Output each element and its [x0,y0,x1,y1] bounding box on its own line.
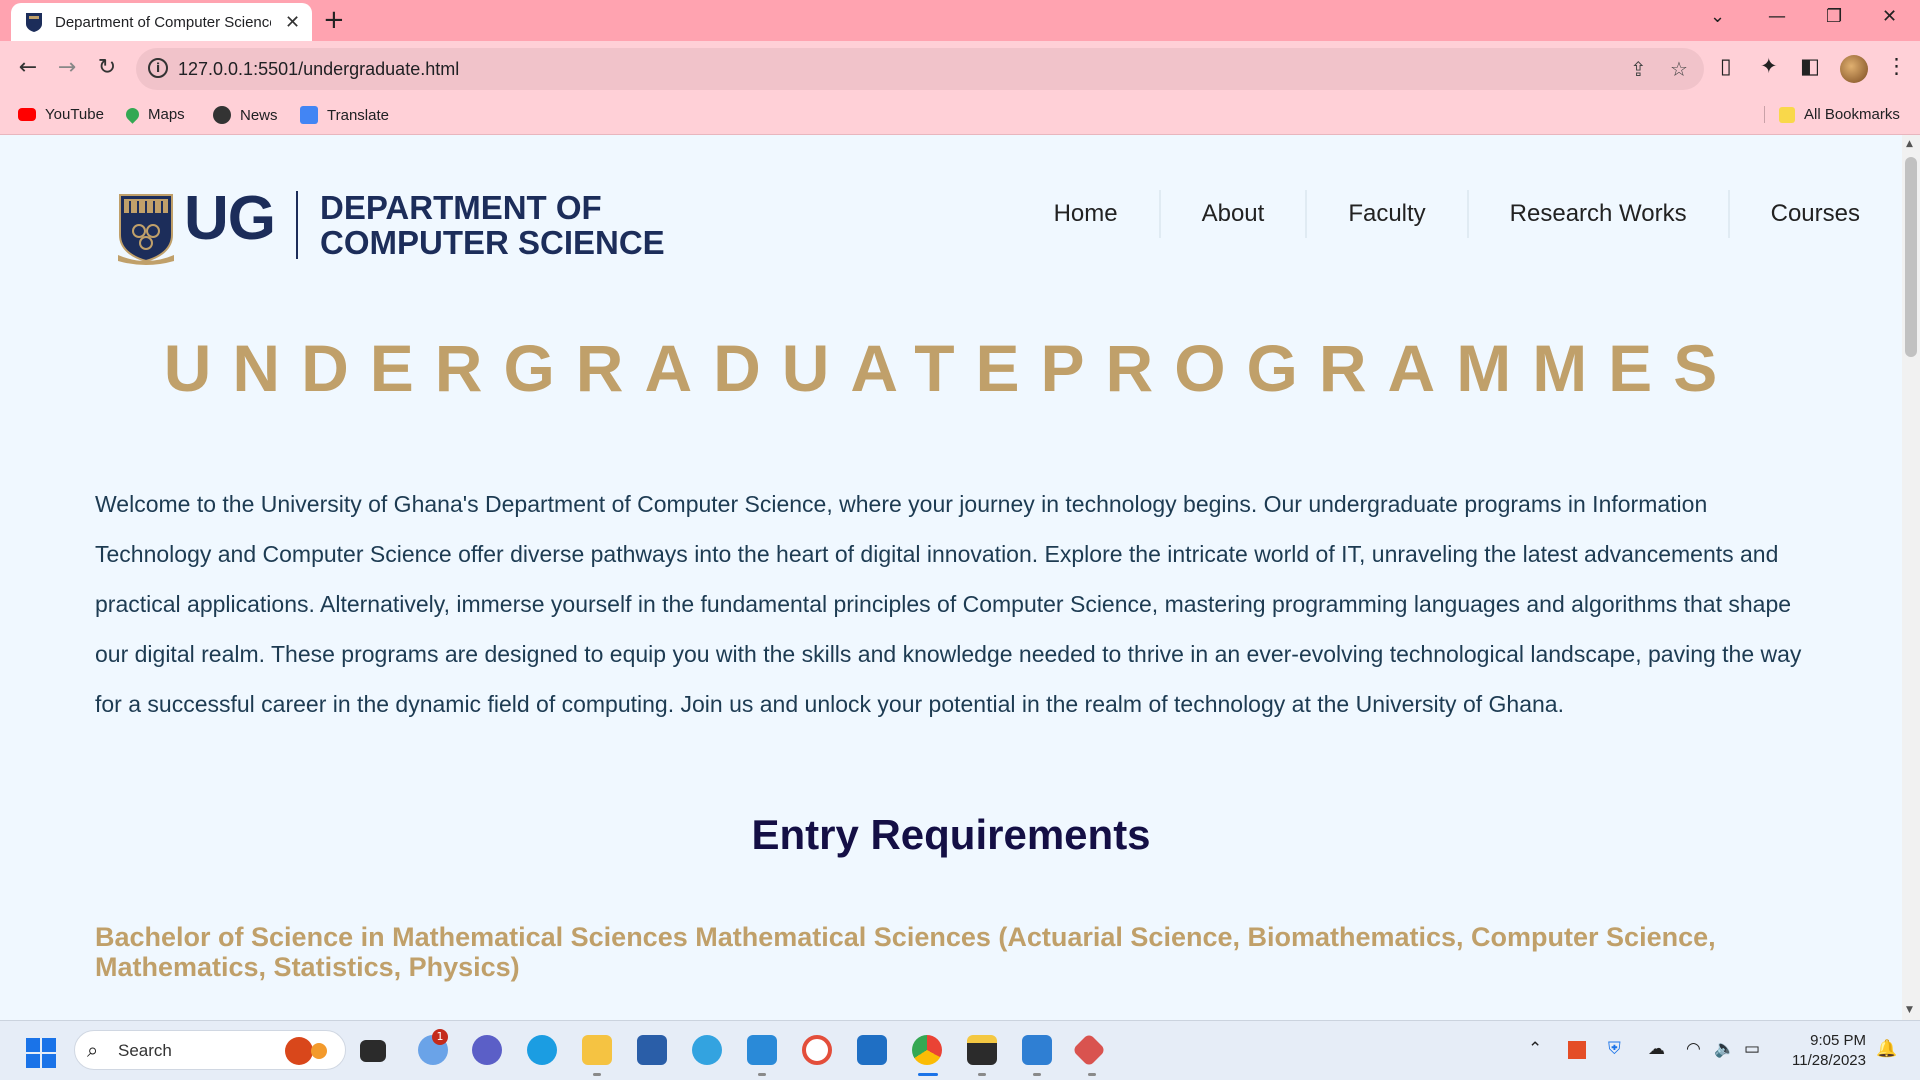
vscode-icon[interactable] [747,1035,777,1065]
edge-icon[interactable] [527,1035,557,1065]
circle-app-icon[interactable] [802,1035,832,1065]
show-hidden-icons-icon[interactable]: ⌃ [1528,1039,1542,1059]
wifi-icon[interactable]: ◠ [1686,1039,1701,1059]
page-title: UNDERGRADUATEPROGRAMMES [163,331,1739,405]
active-tab[interactable]: Department of Computer Science ✕ [11,3,312,41]
nav-research-works[interactable]: Research Works [1469,190,1730,238]
teams-icon[interactable] [472,1035,502,1065]
logo-ug-text[interactable]: UG [184,183,276,254]
notifications-bell-icon[interactable]: 🔔 [1876,1039,1897,1059]
scroll-thumb[interactable] [1905,157,1917,357]
news-icon [213,106,231,124]
taskbar-search[interactable]: ⌕ Search [74,1030,346,1070]
forward-icon[interactable]: → [53,54,81,82]
volume-icon[interactable]: 🔈 [1714,1039,1735,1059]
main-nav: Home About Faculty Research Works Course… [1013,190,1902,238]
bookmark-news[interactable]: News [213,106,278,124]
page-scrollbar[interactable]: ▲ ▼ [1902,135,1920,1020]
reading-mode-icon[interactable]: ▯ [1720,54,1732,78]
new-tab-button[interactable]: + [323,7,345,33]
microsoft-store-icon[interactable] [637,1035,667,1065]
back-icon[interactable]: ← [14,54,42,82]
bookmark-star-icon[interactable]: ☆ [1670,57,1688,81]
onedrive-cloud-icon[interactable]: ☁ [1648,1039,1665,1059]
ug-crest-favicon-icon [26,13,42,32]
nav-home[interactable]: Home [1013,190,1161,238]
tab-title: Department of Computer Science [55,13,271,31]
minimize-icon[interactable]: — [1768,6,1786,27]
entry-requirements-heading: Entry Requirements [751,811,1151,858]
reload-icon[interactable]: ↻ [93,54,121,82]
translate-icon [300,106,318,124]
tab-strip: Department of Computer Science ✕ + ⌄ — ❐… [0,0,1920,41]
windows-start-icon[interactable] [26,1038,56,1068]
scroll-up-icon[interactable]: ▲ [1906,139,1913,149]
app-tray-icon[interactable] [1568,1041,1586,1059]
profile-avatar[interactable] [1840,55,1868,83]
address-bar[interactable]: i 127.0.0.1:5501/undergraduate.html ⇪ ☆ [136,48,1704,90]
bookmarks-bar: YouTube Maps News Translate All Bookmark… [0,97,1920,135]
notification-badge: 1 [432,1029,448,1045]
all-bookmarks[interactable]: All Bookmarks [1764,106,1900,123]
logo-department-text[interactable]: DEPARTMENT OF COMPUTER SCIENCE [320,190,665,260]
side-panel-icon[interactable]: ◧ [1800,54,1820,78]
restore-icon[interactable]: ❐ [1826,6,1842,27]
ug-crest-icon[interactable] [116,191,176,265]
bookmark-youtube[interactable]: YouTube [18,106,104,123]
task-view-icon[interactable] [360,1040,386,1062]
bookmark-translate[interactable]: Translate [300,106,389,124]
extensions-icon[interactable]: ✦ [1760,54,1778,78]
maps-icon [123,105,142,124]
monitor-app-icon[interactable] [857,1035,887,1065]
sticky-notes-icon[interactable] [967,1035,997,1065]
url-text[interactable]: 127.0.0.1:5501/undergraduate.html [178,59,459,80]
help-app-icon[interactable] [692,1035,722,1065]
search-icon: ⌕ [87,1038,99,1062]
browser-toolbar: ← → ↻ i 127.0.0.1:5501/undergraduate.htm… [0,41,1920,97]
close-window-icon[interactable]: ✕ [1882,6,1897,27]
taskbar-clock[interactable]: 9:05 PM 11/28/2023 [1774,1031,1866,1071]
bookmark-maps[interactable]: Maps [123,105,185,124]
tab-search-icon[interactable]: ⌄ [1710,6,1725,27]
site-header: UG DEPARTMENT OF COMPUTER SCIENCE Home A… [0,135,1902,285]
nav-courses[interactable]: Courses [1730,190,1902,238]
security-shield-icon[interactable]: ⛨ [1608,1039,1621,1059]
chrome-icon[interactable] [912,1035,942,1065]
nav-about[interactable]: About [1161,190,1308,238]
git-icon[interactable] [1072,1033,1106,1067]
site-info-icon[interactable]: i [148,58,168,78]
youtube-icon [18,108,36,121]
notepad-icon[interactable] [1022,1035,1052,1065]
page-viewport: UG DEPARTMENT OF COMPUTER SCIENCE Home A… [0,135,1902,1020]
scroll-down-icon[interactable]: ▼ [1906,1005,1913,1015]
search-highlight-icon [285,1037,313,1065]
intro-paragraph: Welcome to the University of Ghana's Dep… [95,491,1802,717]
folder-icon [1779,106,1795,123]
file-explorer-icon[interactable] [582,1035,612,1065]
program-title: Bachelor of Science in Mathematical Scie… [95,922,1716,982]
windows-taskbar: ⌕ Search 1 ⌃ ⛨ ☁ ◠ 🔈 ▭ 9:05 PM 11/28/202… [0,1020,1920,1080]
nav-faculty[interactable]: Faculty [1307,190,1469,238]
menu-icon[interactable]: ⋮ [1886,54,1907,78]
battery-icon[interactable]: ▭ [1744,1039,1760,1059]
logo-divider [296,191,298,259]
tab-close-icon[interactable]: ✕ [285,12,300,33]
share-icon[interactable]: ⇪ [1630,57,1647,81]
